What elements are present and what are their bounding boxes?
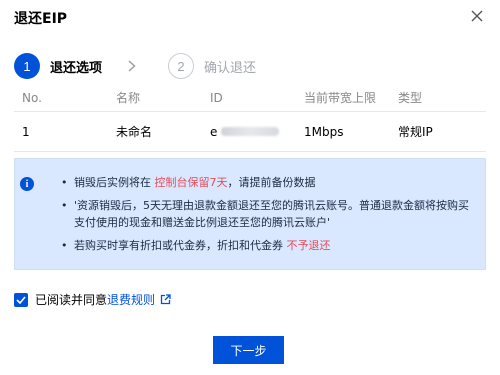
- chevron-right-icon: [128, 59, 138, 73]
- info-icon: i: [20, 177, 34, 191]
- agreement-row: 已阅读并同意 退费规则: [14, 291, 171, 308]
- column-header-bandwidth: 当前带宽上限: [304, 91, 377, 105]
- redacted-id: [221, 127, 280, 136]
- notice-highlight: 控制台保留7天: [154, 176, 228, 189]
- table-header: No. 名称 ID 当前带宽上限 类型: [14, 84, 486, 112]
- notice-text: 销毁后实例将在: [74, 176, 155, 189]
- dialog-title: 退还EIP: [14, 11, 68, 27]
- notice-text: 若购买时享有折扣或代金券，折扣和代金券: [74, 239, 287, 252]
- notice-item-refund: '资源销毁后，5天无理由退款金额退还至您的腾讯云账号。普通退款金额将按购买支付使…: [61, 197, 473, 231]
- step-1-label: 退还选项: [50, 60, 103, 76]
- notice-box: 销毁后实例将在 控制台保留7天，请提前备份数据 '资源销毁后，5天无理由退款金额…: [14, 158, 486, 270]
- cell-id-prefix: e: [210, 124, 218, 139]
- cell-id: e: [210, 112, 280, 151]
- agreement-label: 已阅读并同意: [35, 293, 108, 307]
- cell-no: 1: [22, 124, 30, 139]
- external-link-icon[interactable]: [160, 294, 171, 305]
- eip-table: No. 名称 ID 当前带宽上限 类型 1 未命名 e 1Mbps 常规IP: [14, 84, 486, 152]
- step-1-number: 1: [14, 53, 40, 79]
- next-button[interactable]: 下一步: [213, 336, 284, 364]
- column-header-no: No.: [22, 90, 42, 105]
- notice-item-discount: 若购买时享有折扣或代金券，折扣和代金券 不予退还: [61, 237, 473, 254]
- cell-bandwidth: 1Mbps: [304, 124, 344, 139]
- refund-rules-link[interactable]: 退费规则: [107, 291, 155, 308]
- table-row: 1 未命名 e 1Mbps 常规IP: [14, 112, 486, 152]
- column-header-name: 名称: [116, 91, 141, 105]
- stepper: 1 退还选项 2 确认退还: [14, 53, 256, 79]
- step-2-label: 确认退还: [204, 60, 257, 76]
- column-header-id: ID: [210, 90, 223, 105]
- notice-item-retention: 销毁后实例将在 控制台保留7天，请提前备份数据: [61, 174, 473, 191]
- column-header-type: 类型: [398, 91, 423, 105]
- cell-name: 未命名: [116, 125, 153, 139]
- notice-highlight: 不予退还: [286, 239, 331, 252]
- notice-text: ，请提前备份数据: [227, 176, 316, 189]
- step-2-number: 2: [168, 53, 195, 79]
- agreement-checkbox[interactable]: [14, 292, 28, 307]
- close-icon[interactable]: [470, 9, 484, 23]
- cell-type: 常规IP: [398, 125, 433, 139]
